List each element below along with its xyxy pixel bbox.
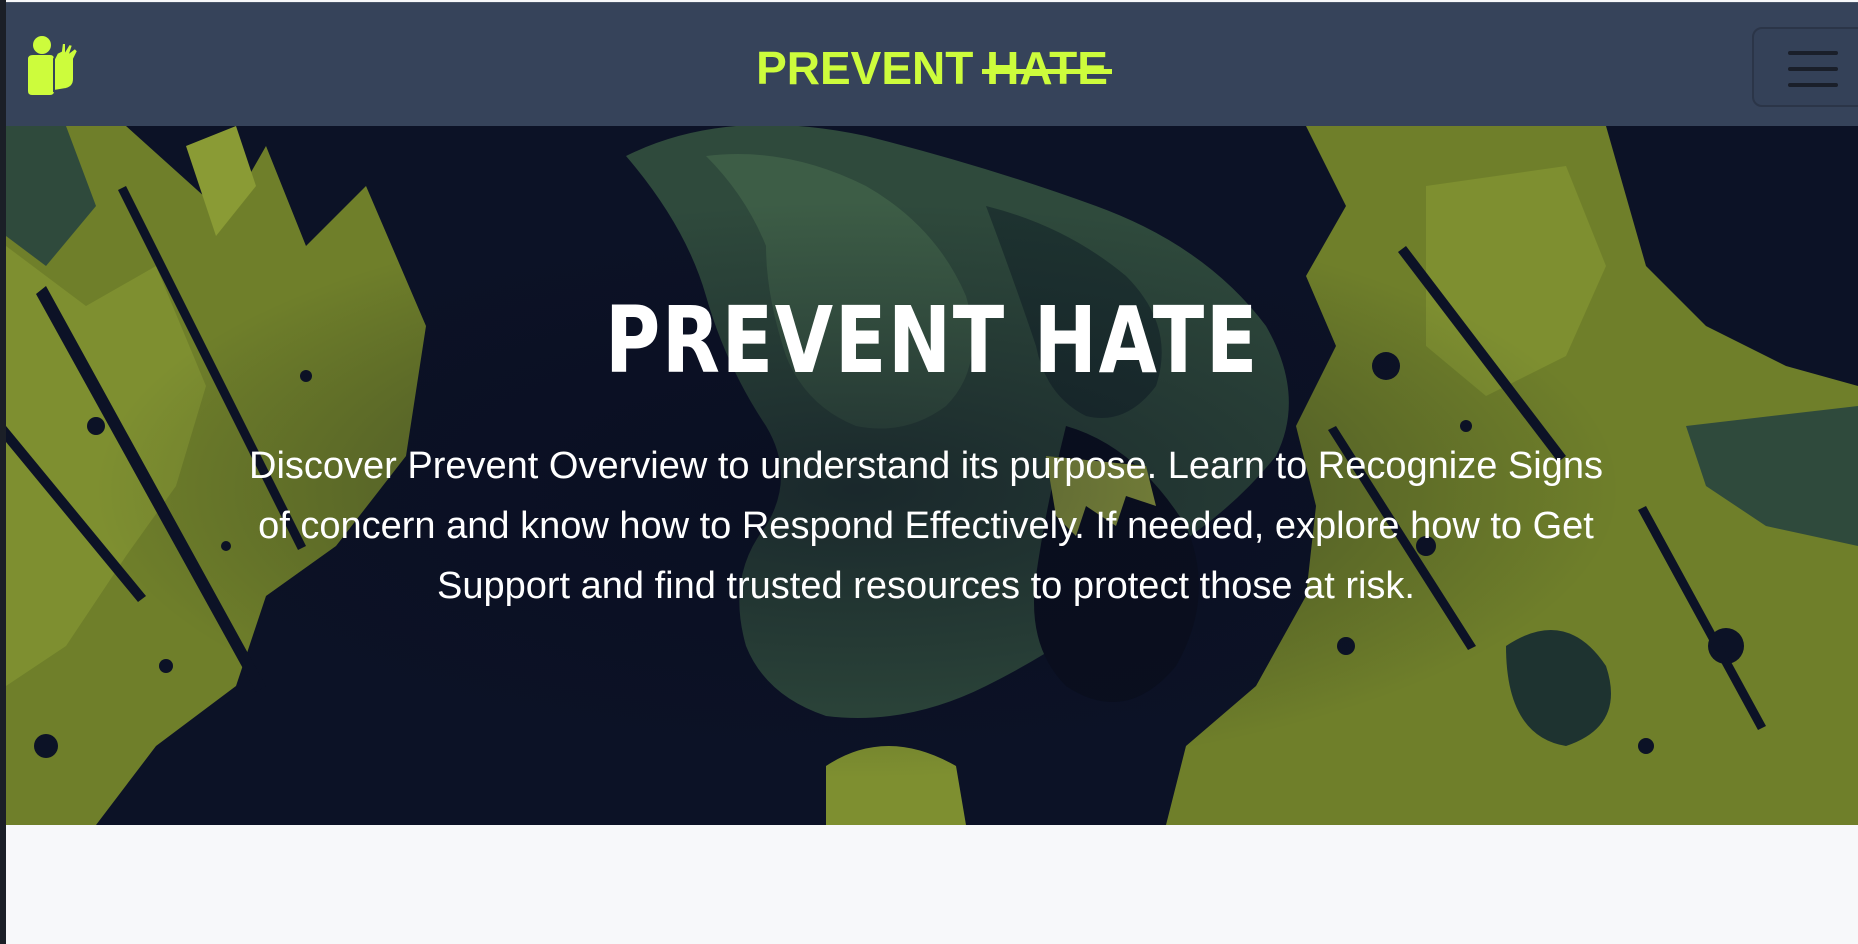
hero-description: Discover Prevent Overview to understand … [249, 445, 1603, 607]
content-area [6, 825, 1858, 944]
site-brand[interactable]: PREVENT HATE [6, 37, 1858, 99]
brand-word-hate-struck: HATE [982, 37, 1112, 99]
navbar: PREVENT HATE [6, 2, 1858, 126]
brand-word-prevent: PREVENT [756, 42, 974, 94]
window-edge [0, 0, 6, 944]
hero-section: PREVENT HATE Discover Prevent Overview t… [6, 126, 1858, 825]
hero-title: PREVENT HATE [604, 287, 1260, 394]
page: PREVENT HATE PREVENT HATE Discover Preve… [0, 0, 1858, 944]
menu-toggle-button[interactable] [1752, 27, 1858, 107]
